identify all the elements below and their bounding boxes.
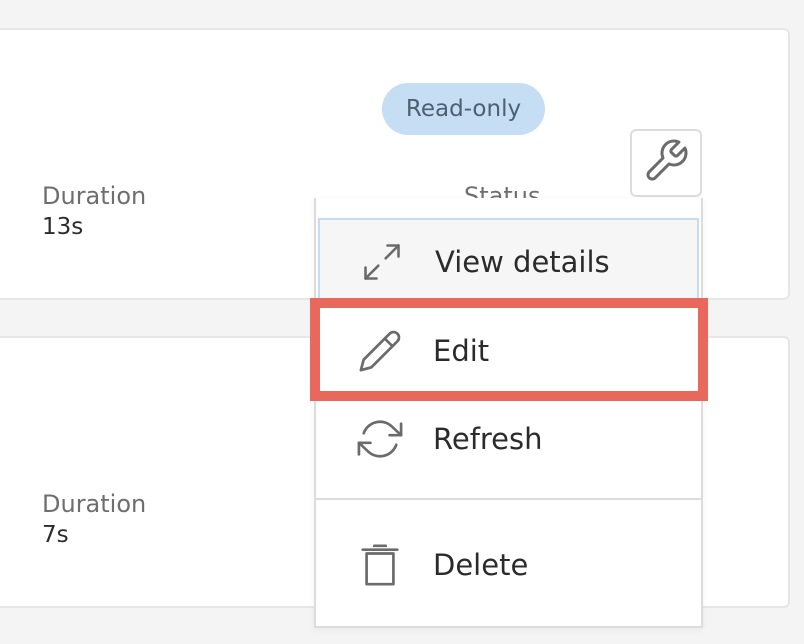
wrench-icon [642,137,690,189]
refresh-icon [356,415,404,463]
read-only-badge: Read-only [382,83,545,135]
actions-dropdown-menu: View details Edit Refresh Delete [314,198,703,628]
menu-item-refresh[interactable]: Refresh [318,396,699,482]
duration-value: 13s [42,214,84,240]
menu-item-edit[interactable]: Edit [318,308,699,394]
actions-menu-button[interactable] [630,129,702,197]
pencil-icon [356,327,404,375]
menu-item-label: Edit [433,334,490,368]
duration-value: 7s [42,522,69,548]
duration-label: Duration [42,490,147,518]
menu-item-delete[interactable]: Delete [318,522,699,608]
menu-divider [316,498,701,500]
trash-icon [356,541,404,589]
menu-item-label: Delete [433,548,529,582]
menu-item-label: Refresh [433,422,543,456]
expand-icon [358,238,406,286]
duration-label: Duration [42,182,147,210]
menu-item-label: View details [435,245,610,279]
menu-item-view-details[interactable]: View details [318,218,699,306]
